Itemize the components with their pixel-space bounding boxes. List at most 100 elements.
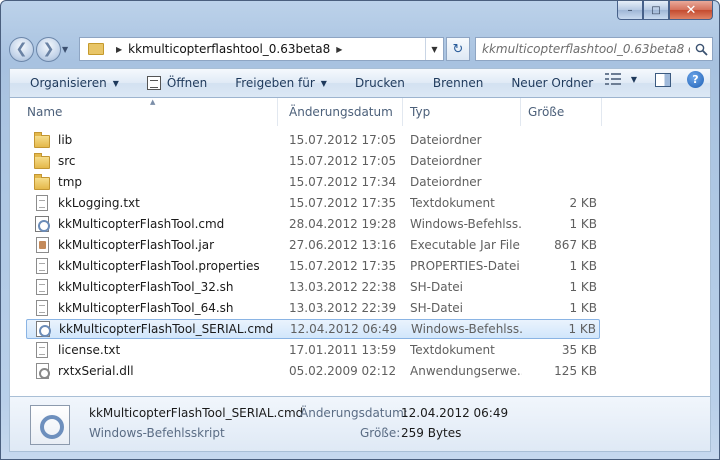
- file-name-cell[interactable]: kkMulticopterFlashTool.jar: [34, 237, 214, 253]
- help-icon[interactable]: ?: [687, 71, 704, 88]
- toolbar-right: ▼ ?: [604, 71, 704, 88]
- text-file-icon: [36, 342, 48, 358]
- share-menu[interactable]: Freigeben für ▼: [221, 70, 341, 96]
- file-name[interactable]: tmp: [58, 175, 82, 189]
- file-type: Dateiordner: [410, 175, 482, 189]
- file-name-cell[interactable]: license.txt: [34, 342, 120, 358]
- column-type-label: Typ: [410, 105, 431, 119]
- file-type: Windows-Befehlss...: [411, 322, 523, 336]
- column-date[interactable]: Änderungsdatum: [282, 98, 403, 126]
- file-name-cell[interactable]: kkLogging.txt: [34, 195, 140, 211]
- file-size: 1 KB: [568, 322, 596, 336]
- details-size-value: 259 Bytes: [401, 426, 462, 440]
- file-date: 13.03.2012 22:38: [289, 280, 397, 294]
- file-name[interactable]: license.txt: [58, 343, 120, 357]
- file-name[interactable]: lib: [58, 133, 72, 147]
- file-type: SH-Datei: [410, 301, 463, 315]
- column-size[interactable]: Größe: [521, 98, 602, 126]
- generic-file-icon: [36, 300, 48, 316]
- file-date: 05.02.2009 02:12: [289, 364, 397, 378]
- breadcrumb-chevron-icon[interactable]: ▶: [116, 45, 122, 54]
- file-row[interactable]: kkMulticopterFlashTool_64.sh 13.03.2012 …: [26, 298, 600, 318]
- cmd-file-icon: [35, 216, 50, 232]
- file-name-cell[interactable]: kkMulticopterFlashTool_32.sh: [34, 279, 234, 295]
- column-name-label: Name: [27, 105, 63, 119]
- refresh-button[interactable]: ↻: [446, 37, 470, 61]
- file-name[interactable]: rxtxSerial.dll: [58, 364, 134, 378]
- file-type: Windows-Befehlss...: [410, 217, 522, 231]
- organize-label: Organisieren: [30, 76, 107, 90]
- burn-label: Brennen: [432, 76, 484, 90]
- file-row[interactable]: src 15.07.2012 17:05 Dateiordner: [26, 151, 600, 171]
- file-size: 1 KB: [569, 259, 597, 273]
- search-input[interactable]: kkmulticopterflashtool_0.63beta8 durchsu…: [482, 42, 690, 56]
- file-date: 15.07.2012 17:05: [289, 154, 397, 168]
- print-button[interactable]: Drucken: [341, 70, 419, 96]
- file-name-cell[interactable]: kkMulticopterFlashTool_64.sh: [34, 300, 234, 316]
- open-label: Öffnen: [166, 76, 208, 90]
- file-row[interactable]: lib 15.07.2012 17:05 Dateiordner: [26, 130, 600, 150]
- caption-buttons: – □ ✕: [617, 1, 713, 20]
- preview-pane-icon[interactable]: [655, 72, 671, 87]
- back-button[interactable]: ❮: [9, 36, 34, 62]
- file-name[interactable]: kkMulticopterFlashTool_32.sh: [58, 280, 234, 294]
- forward-button[interactable]: ❯: [36, 36, 61, 62]
- file-name[interactable]: kkMulticopterFlashTool.cmd: [58, 217, 224, 231]
- details-date-label: Änderungsdatum:: [300, 406, 408, 420]
- new-folder-button[interactable]: Neuer Ordner: [497, 70, 607, 96]
- folder-icon: [34, 152, 50, 169]
- file-row[interactable]: rxtxSerial.dll 05.02.2009 02:12 Anwendun…: [26, 361, 600, 381]
- file-date: 15.07.2012 17:35: [289, 196, 397, 210]
- file-row[interactable]: license.txt 17.01.2011 13:59 Textdokumen…: [26, 340, 600, 360]
- view-options-icon[interactable]: [604, 72, 623, 87]
- file-row[interactable]: kkMulticopterFlashTool.jar 27.06.2012 13…: [26, 235, 600, 255]
- burn-button[interactable]: Brennen: [419, 70, 497, 96]
- file-row[interactable]: kkMulticopterFlashTool.cmd 28.04.2012 19…: [26, 214, 600, 234]
- file-name[interactable]: src: [58, 154, 76, 168]
- open-button[interactable]: Öffnen: [133, 70, 221, 96]
- file-row-selected[interactable]: kkMulticopterFlashTool_SERIAL.cmd 12.04.…: [26, 319, 600, 339]
- file-name-cell[interactable]: rxtxSerial.dll: [34, 363, 134, 379]
- details-date-value: 12.04.2012 06:49: [401, 406, 509, 420]
- file-name-cell[interactable]: kkMulticopterFlashTool_SERIAL.cmd: [35, 321, 273, 337]
- breadcrumb-current-folder[interactable]: kkmulticopterflashtool_0.63beta8: [128, 42, 330, 56]
- address-dropdown-button[interactable]: ▼: [425, 38, 443, 60]
- breadcrumb-chevron-icon[interactable]: ▶: [336, 45, 342, 54]
- new-folder-label: Neuer Ordner: [511, 76, 594, 90]
- file-name-cell[interactable]: lib: [34, 131, 72, 148]
- file-name-cell[interactable]: tmp: [34, 173, 82, 190]
- sort-ascending-icon: ▲: [150, 98, 156, 106]
- file-type: PROPERTIES-Datei: [410, 259, 520, 273]
- cmd-file-icon: [36, 321, 51, 337]
- file-name[interactable]: kkLogging.txt: [58, 196, 140, 210]
- recent-pages-dropdown[interactable]: ▼: [62, 45, 74, 54]
- address-bar[interactable]: ▶ kkmulticopterflashtool_0.63beta8 ▶ ▼: [79, 37, 444, 61]
- file-date: 28.04.2012 19:28: [289, 217, 397, 231]
- maximize-button[interactable]: □: [643, 1, 669, 20]
- file-row[interactable]: tmp 15.07.2012 17:34 Dateiordner: [26, 172, 600, 192]
- file-name-cell[interactable]: kkMulticopterFlashTool.cmd: [34, 216, 224, 232]
- file-row[interactable]: kkMulticopterFlashTool.properties 15.07.…: [26, 256, 600, 276]
- folder-icon: [34, 131, 50, 148]
- search-icon[interactable]: [690, 43, 712, 56]
- open-icon: [146, 76, 161, 90]
- column-type[interactable]: Typ: [403, 98, 521, 126]
- view-dropdown-icon[interactable]: ▼: [631, 75, 637, 84]
- minimize-button[interactable]: –: [617, 1, 643, 20]
- column-name[interactable]: Name: [20, 98, 278, 126]
- file-name[interactable]: kkMulticopterFlashTool_64.sh: [58, 301, 234, 315]
- organize-menu[interactable]: Organisieren ▼: [16, 70, 133, 96]
- file-row[interactable]: kkMulticopterFlashTool_32.sh 13.03.2012 …: [26, 277, 600, 297]
- file-name-cell[interactable]: kkMulticopterFlashTool.properties: [34, 258, 260, 274]
- file-row[interactable]: kkLogging.txt 15.07.2012 17:35 Textdokum…: [26, 193, 600, 213]
- file-type: SH-Datei: [410, 280, 463, 294]
- file-name[interactable]: kkMulticopterFlashTool.jar: [58, 238, 214, 252]
- file-date: 12.04.2012 06:49: [290, 322, 398, 336]
- close-button[interactable]: ✕: [669, 1, 713, 20]
- search-box[interactable]: kkmulticopterflashtool_0.63beta8 durchsu…: [475, 37, 713, 61]
- folder-icon: [34, 173, 50, 190]
- file-name[interactable]: kkMulticopterFlashTool_SERIAL.cmd: [59, 322, 273, 336]
- file-name[interactable]: kkMulticopterFlashTool.properties: [58, 259, 260, 273]
- file-date: 15.07.2012 17:35: [289, 259, 397, 273]
- file-name-cell[interactable]: src: [34, 152, 76, 169]
